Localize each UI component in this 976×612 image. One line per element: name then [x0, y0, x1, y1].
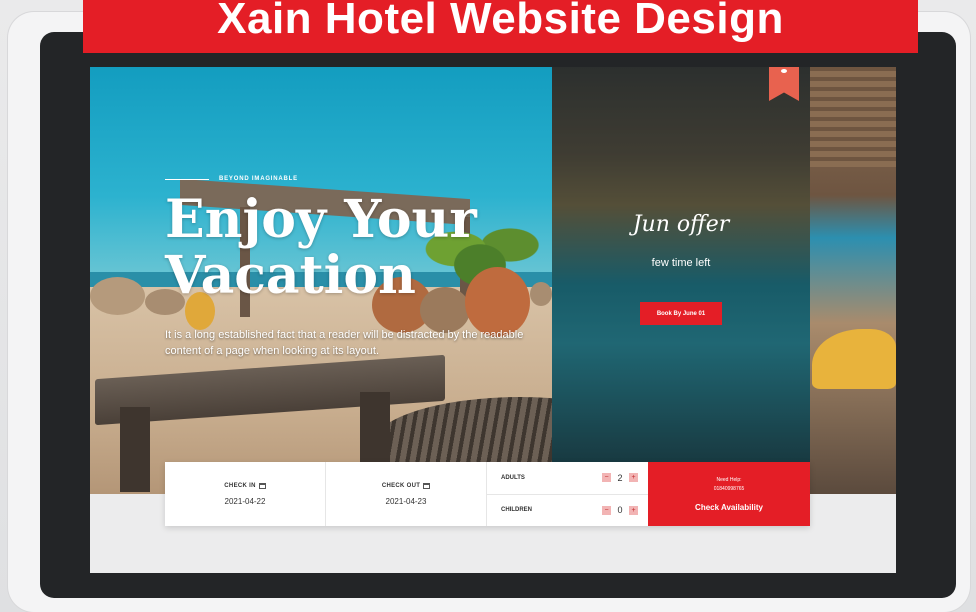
offer-subtitle: few time left: [651, 257, 711, 269]
book-offer-button[interactable]: Book By June 01: [640, 302, 722, 325]
banner-title: Xain Hotel Website Design: [217, 0, 784, 43]
headline-line-2: Vacation: [165, 245, 416, 306]
check-out-label: CHECK OUT: [381, 482, 431, 489]
check-in-field[interactable]: CHECK IN 2021-04-22: [165, 462, 326, 526]
eyebrow-line: [165, 178, 209, 180]
check-out-label-text: CHECK OUT: [381, 482, 421, 489]
check-availability-button[interactable]: Need Help: 01840998765 Check Availabilit…: [648, 462, 810, 526]
minus-icon[interactable]: −: [602, 473, 611, 483]
website-screen: BEYOND IMAGINABLE Enjoy Your Vacation It…: [90, 67, 896, 573]
hero-eyebrow: BEYOND IMAGINABLE: [165, 176, 298, 182]
beach-pouf: [90, 277, 145, 315]
adults-stepper: − 2 +: [602, 473, 638, 483]
guest-selector: ADULTS − 2 + CHILDREN − 0 +: [487, 462, 648, 526]
help-phone: 01840998765: [713, 485, 745, 492]
check-in-value: 2021-04-22: [224, 496, 266, 506]
mockup-stage: Xain Hotel Website Design BEYOND IMAGINA…: [0, 0, 976, 612]
adults-label: ADULTS: [501, 474, 525, 481]
eye-icon: [781, 69, 787, 73]
right-roof: [810, 67, 896, 167]
offer-panel: Jun offer few time left Book By June 01: [552, 67, 810, 462]
plus-icon[interactable]: +: [629, 473, 638, 483]
title-banner: Xain Hotel Website Design: [83, 0, 918, 53]
headline-line-1: Enjoy Your: [165, 189, 477, 250]
bench-leg: [360, 392, 390, 467]
check-in-label: CHECK IN: [224, 482, 266, 489]
eyebrow-text: BEYOND IMAGINABLE: [219, 176, 298, 182]
check-availability-label: Check Availability: [695, 502, 763, 512]
adults-count: 2: [617, 472, 623, 483]
calendar-icon: [258, 482, 266, 489]
bench-leg: [120, 407, 150, 492]
children-label: CHILDREN: [501, 507, 532, 514]
hero-headline: Enjoy Your Vacation: [165, 192, 555, 304]
plus-icon[interactable]: +: [629, 505, 638, 515]
check-out-field[interactable]: CHECK OUT 2021-04-23: [326, 462, 487, 526]
calendar-icon: [423, 482, 431, 489]
hero-body: It is a long established fact that a rea…: [165, 329, 524, 357]
children-count: 0: [617, 505, 623, 516]
offer-title: Jun offer: [632, 212, 730, 237]
children-row: CHILDREN − 0 +: [487, 495, 648, 527]
minus-icon[interactable]: −: [602, 505, 611, 515]
children-stepper: − 0 +: [602, 505, 638, 515]
booking-bar: CHECK IN 2021-04-22 CHECK OUT 2021-04-23…: [165, 462, 810, 526]
check-out-value: 2021-04-23: [385, 496, 427, 506]
adults-row: ADULTS − 2 +: [487, 462, 648, 495]
help-label: Need Help:: [716, 476, 742, 483]
check-in-label-text: CHECK IN: [224, 482, 256, 489]
